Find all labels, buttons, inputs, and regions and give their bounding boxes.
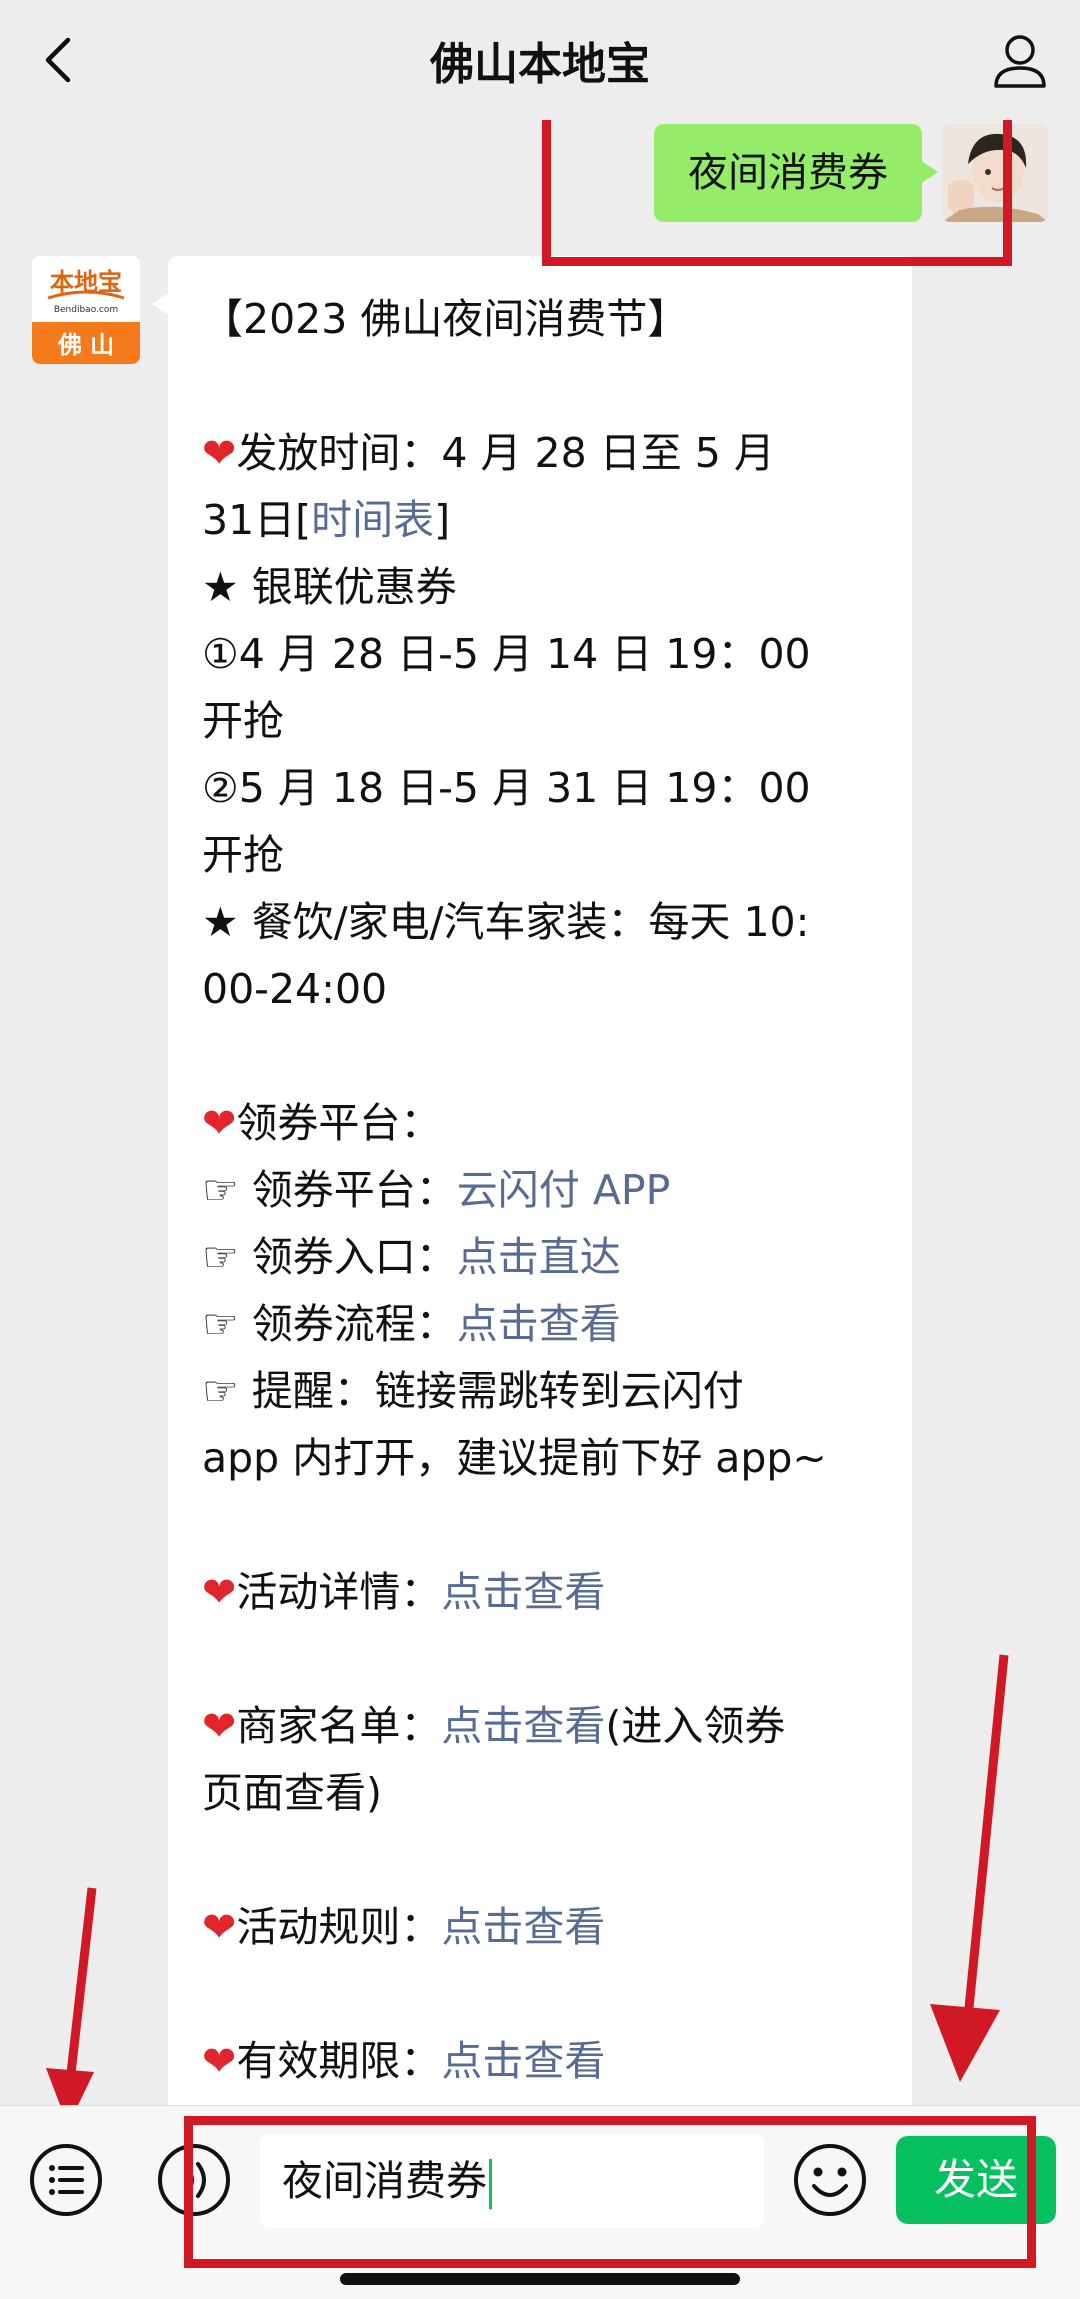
chat-title: 佛山本地宝: [430, 39, 650, 90]
list-menu-icon: [30, 2144, 102, 2216]
incoming-message-bubble[interactable]: 【2023 佛山夜间消费节】 ❤发放时间：4 月 28 日至 5 月 31日[时间表…: [152, 256, 912, 2105]
message-line: ☞ 领券入口：点击直达: [202, 1224, 876, 1291]
official-account-avatar[interactable]: 本地宝 Bendibao.com 佛 山: [32, 256, 140, 364]
message-text: ①4 月 28 日-5 月 14 日 19：00: [202, 630, 811, 678]
svg-text:佛 山: 佛 山: [57, 331, 114, 359]
heart-icon: ❤: [202, 2037, 237, 2085]
message-text: 开抢: [202, 697, 284, 745]
message-text: 有效期限：: [236, 2037, 442, 2085]
message-line: 开抢: [202, 822, 876, 889]
message-text: ☞ 领券流程：: [202, 1300, 457, 1348]
message-text: 00-24:00: [202, 965, 388, 1013]
message-line: ☞ 提醒：链接需跳转到云闪付: [202, 1358, 876, 1425]
message-line: ❤领券平台：: [202, 1090, 876, 1157]
user-icon: [994, 35, 1046, 88]
message-line: 开抢: [202, 688, 876, 755]
message-text: ]: [434, 496, 451, 544]
message-text: 活动详情：: [236, 1568, 442, 1616]
message-text: ★ 银联优惠券: [202, 563, 457, 611]
message-text: ★ 餐饮/家电/汽车家装：每天 10:: [202, 898, 810, 946]
message-text: 商家名单：: [236, 1702, 442, 1750]
input-bar: 夜间消费券 发送: [0, 2105, 1080, 2299]
message-link[interactable]: 点击查看: [441, 1568, 605, 1616]
message-text: 领券平台：: [236, 1099, 442, 1147]
chevron-left-icon: [45, 37, 71, 83]
message-text: app 内打开，建议提前下好 app~: [202, 1434, 827, 1482]
message-line: ①4 月 28 日-5 月 14 日 19：00: [202, 621, 876, 688]
message-text: 页面查看): [202, 1769, 382, 1817]
message-text: ②5 月 18 日-5 月 31 日 19：00: [202, 764, 811, 812]
profile-button[interactable]: [988, 28, 1052, 92]
home-indicator: [340, 2273, 740, 2285]
message-line: ☞ 领券流程：点击查看: [202, 1291, 876, 1358]
message-line: ❤活动详情：点击查看: [202, 1559, 876, 1626]
back-button[interactable]: [30, 30, 90, 90]
message-line: ❤活动规则：点击查看: [202, 1894, 876, 1961]
message-line: ★ 银联优惠券: [202, 554, 876, 621]
message-link[interactable]: 点击直达: [457, 1233, 621, 1281]
message-link[interactable]: 云闪付 APP: [457, 1166, 671, 1214]
message-text: ☞ 提醒：链接需跳转到云闪付: [202, 1367, 744, 1415]
message-line: app 内打开，建议提前下好 app~: [202, 1425, 876, 1492]
message-text: 活动规则：: [236, 1903, 442, 1951]
message-line: ★ 餐饮/家电/汽车家装：每天 10:: [202, 889, 876, 956]
message-line: 31日[时间表]: [202, 487, 876, 554]
message-link[interactable]: 点击查看: [441, 1903, 605, 1951]
message-link[interactable]: 点击查看: [441, 1702, 605, 1750]
message-link[interactable]: 点击查看: [457, 1300, 621, 1348]
svg-text:Bendibao.com: Bendibao.com: [54, 305, 118, 315]
message-link[interactable]: 时间表: [311, 496, 434, 544]
heart-icon: ❤: [202, 429, 237, 477]
message-text: ☞ 领券平台：: [202, 1166, 457, 1214]
message-line: ❤商家名单：点击查看(进入领券: [202, 1693, 876, 1760]
heart-icon: ❤: [202, 1568, 237, 1616]
message-text: 【2023 佛山夜间消费节】: [202, 295, 689, 343]
heart-icon: ❤: [202, 1099, 237, 1147]
message-text: 发放时间：4 月 28 日至 5 月: [236, 429, 775, 477]
annotation-box-outgoing: [542, 120, 1012, 266]
annotation-box-input: [184, 2116, 1036, 2268]
message-line: ❤有效期限：点击查看: [202, 2028, 876, 2095]
message-line: 页面查看): [202, 1760, 876, 1827]
bendibao-logo: 本地宝 Bendibao.com 佛 山: [32, 256, 140, 364]
message-line: ☞ 领券平台：云闪付 APP: [202, 1157, 876, 1224]
message-text: ☞ 领券入口：: [202, 1233, 457, 1281]
message-text: 开抢: [202, 831, 284, 879]
chat-header: 佛山本地宝: [0, 0, 1080, 120]
message-text: (进入领券: [605, 1702, 786, 1750]
message-text: 31日[: [202, 496, 312, 544]
menu-button[interactable]: [26, 2140, 106, 2220]
message-link[interactable]: 点击查看: [441, 2037, 605, 2085]
message-line: 【2023 佛山夜间消费节】: [202, 286, 876, 353]
heart-icon: ❤: [202, 1903, 237, 1951]
message-line: 00-24:00: [202, 956, 876, 1023]
message-list[interactable]: 夜间消费券 本地宝 Bendibao.com 佛 山 【2023 佛山夜间消费节…: [0, 120, 1080, 2105]
heart-icon: ❤: [202, 1702, 237, 1750]
message-line: ②5 月 18 日-5 月 31 日 19：00: [202, 755, 876, 822]
message-line: ❤发放时间：4 月 28 日至 5 月: [202, 420, 876, 487]
